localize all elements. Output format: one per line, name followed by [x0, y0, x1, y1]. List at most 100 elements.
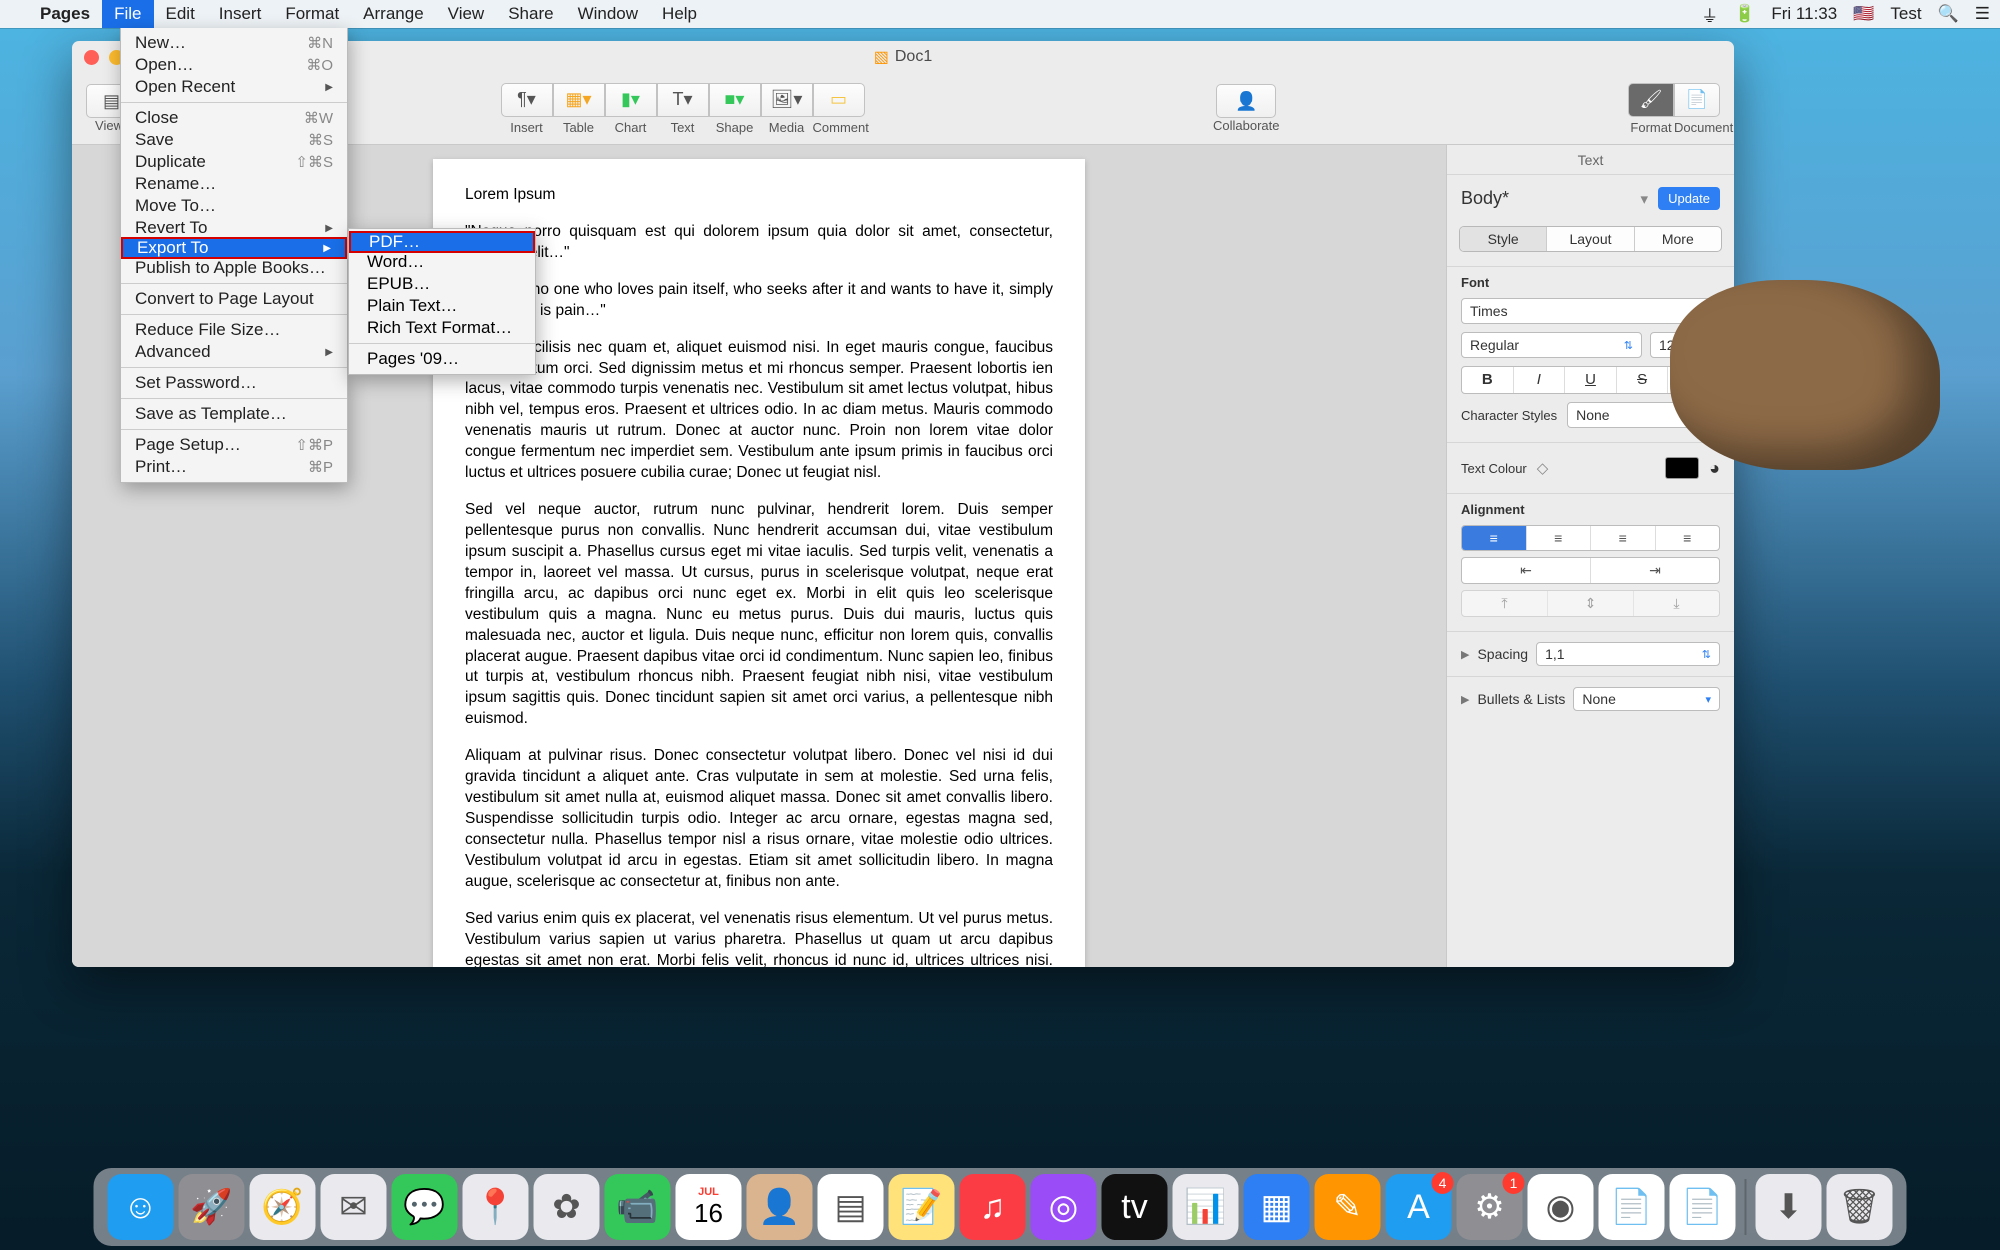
font-weight-select[interactable]: Regular⇅ — [1461, 332, 1642, 358]
dock-finder[interactable]: ☺ — [108, 1174, 174, 1240]
tab-style[interactable]: Style — [1460, 227, 1547, 251]
align-right-button[interactable]: ≡ — [1591, 526, 1656, 550]
collaborate-button[interactable]: 👤 — [1216, 84, 1276, 118]
disclosure-icon[interactable]: ▶ — [1461, 693, 1469, 706]
dock-numbers[interactable]: 📊 — [1173, 1174, 1239, 1240]
menu-file[interactable]: File — [102, 0, 153, 28]
italic-button[interactable]: I — [1514, 367, 1566, 393]
dock-tv[interactable]: tv — [1102, 1174, 1168, 1240]
dock-notes[interactable]: 📝 — [889, 1174, 955, 1240]
dock-maps[interactable]: 📍 — [463, 1174, 529, 1240]
menu-help[interactable]: Help — [650, 0, 709, 28]
dock-safari[interactable]: 🧭 — [250, 1174, 316, 1240]
insert-button[interactable]: ¶▾ — [501, 83, 553, 117]
file-template[interactable]: Save as Template… — [121, 403, 347, 425]
menu-view[interactable]: View — [436, 0, 497, 28]
chevron-down-icon[interactable]: ▾ — [1641, 190, 1649, 208]
clock[interactable]: Fri 11:33 — [1771, 4, 1837, 24]
chart-button[interactable]: ▮▾ — [605, 83, 657, 117]
dock-textedit[interactable]: 📄 — [1599, 1174, 1665, 1240]
tab-layout[interactable]: Layout — [1547, 227, 1634, 251]
update-button[interactable]: Update — [1658, 187, 1720, 210]
valign-top-button[interactable]: ⤒ — [1462, 591, 1548, 616]
battery-icon[interactable]: 🔋 — [1734, 4, 1755, 24]
dock-photos[interactable]: ✿ — [534, 1174, 600, 1240]
file-reduce[interactable]: Reduce File Size… — [121, 319, 347, 341]
shape-button[interactable]: ■▾ — [709, 83, 761, 117]
file-duplicate[interactable]: Duplicate⇧⌘S — [121, 151, 347, 173]
dock-pages[interactable]: ✎ — [1315, 1174, 1381, 1240]
strike-button[interactable]: S — [1617, 367, 1669, 393]
text-button[interactable]: T▾ — [657, 83, 709, 117]
align-left-button[interactable]: ≡ — [1462, 526, 1527, 550]
export-pdf[interactable]: PDF… — [349, 231, 535, 253]
file-close[interactable]: Close⌘W — [121, 107, 347, 129]
export-epub[interactable]: EPUB… — [349, 273, 535, 295]
file-password[interactable]: Set Password… — [121, 372, 347, 394]
flag-icon[interactable]: 🇺🇸 — [1853, 4, 1874, 24]
menu-insert[interactable]: Insert — [207, 0, 274, 28]
dock-preferences[interactable]: ⚙1 — [1457, 1174, 1523, 1240]
text-colour-swatch[interactable] — [1665, 457, 1699, 479]
file-convert[interactable]: Convert to Page Layout — [121, 288, 347, 310]
menu-share[interactable]: Share — [496, 0, 565, 28]
comment-button[interactable]: ▭ — [813, 83, 865, 117]
close-icon[interactable] — [84, 50, 99, 65]
file-print[interactable]: Print…⌘P — [121, 456, 347, 478]
file-revert[interactable]: Revert To — [121, 217, 347, 239]
dock-launchpad[interactable]: 🚀 — [179, 1174, 245, 1240]
dock-music[interactable]: ♫ — [960, 1174, 1026, 1240]
dock-reminders[interactable]: ▤ — [818, 1174, 884, 1240]
file-moveto[interactable]: Move To… — [121, 195, 347, 217]
dock-podcasts[interactable]: ◎ — [1031, 1174, 1097, 1240]
dock-contacts[interactable]: 👤 — [747, 1174, 813, 1240]
media-button[interactable]: 🖼▾ — [761, 83, 813, 117]
file-export[interactable]: Export To — [121, 237, 347, 259]
export-word[interactable]: Word… — [349, 251, 535, 273]
file-publish[interactable]: Publish to Apple Books… — [121, 257, 347, 279]
file-pagesetup[interactable]: Page Setup…⇧⌘P — [121, 434, 347, 456]
export-pages09[interactable]: Pages '09… — [349, 348, 535, 370]
underline-button[interactable]: U — [1565, 367, 1617, 393]
format-button[interactable]: 🖌 — [1628, 83, 1674, 117]
dock-downloads[interactable]: ⬇ — [1756, 1174, 1822, 1240]
dock-textedit2[interactable]: 📄 — [1670, 1174, 1736, 1240]
font-gear-button[interactable]: ⚙▾ — [1668, 367, 1719, 393]
align-justify-button[interactable]: ≡ — [1656, 526, 1720, 550]
dock-messages[interactable]: 💬 — [392, 1174, 458, 1240]
char-styles-select[interactable]: None▾ — [1567, 402, 1720, 428]
export-plain[interactable]: Plain Text… — [349, 295, 535, 317]
dock-appstore[interactable]: A4 — [1386, 1174, 1452, 1240]
outdent-button[interactable]: ⇤ — [1462, 558, 1591, 583]
valign-bot-button[interactable]: ⤓ — [1634, 591, 1719, 616]
dock-keynote[interactable]: ▦ — [1244, 1174, 1310, 1240]
file-rename[interactable]: Rename… — [121, 173, 347, 195]
dock-facetime[interactable]: 📹 — [605, 1174, 671, 1240]
dock-mail[interactable]: ✉ — [321, 1174, 387, 1240]
spacing-select[interactable]: 1,1⇅ — [1536, 642, 1720, 666]
menu-edit[interactable]: Edit — [154, 0, 207, 28]
menu-window[interactable]: Window — [566, 0, 650, 28]
table-button[interactable]: ▦▾ — [553, 83, 605, 117]
paragraph-style[interactable]: Body* — [1461, 188, 1631, 209]
indent-button[interactable]: ⇥ — [1591, 558, 1719, 583]
wifi-icon[interactable]: ⏚ — [1701, 2, 1718, 27]
app-name[interactable]: Pages — [28, 0, 102, 28]
align-center-button[interactable]: ≡ — [1527, 526, 1592, 550]
disclosure-icon[interactable]: ▶ — [1461, 648, 1469, 661]
valign-mid-button[interactable]: ⇕ — [1548, 591, 1634, 616]
colour-wheel-icon[interactable]: ◕ — [1709, 458, 1720, 479]
control-center-icon[interactable]: ☰ — [1975, 4, 1990, 24]
dock-trash[interactable]: 🗑 — [1827, 1174, 1893, 1240]
dock-chrome[interactable]: ◉ — [1528, 1174, 1594, 1240]
bold-button[interactable]: B — [1462, 367, 1514, 393]
spotlight-icon[interactable]: 🔍 — [1938, 4, 1959, 24]
file-open[interactable]: Open…⌘O — [121, 54, 347, 76]
file-advanced[interactable]: Advanced — [121, 341, 347, 363]
file-open-recent[interactable]: Open Recent — [121, 76, 347, 98]
export-rtf[interactable]: Rich Text Format… — [349, 317, 535, 339]
menu-arrange[interactable]: Arrange — [351, 0, 435, 28]
user-name[interactable]: Test — [1890, 4, 1921, 24]
font-size-field[interactable]: 12 pt⇅ — [1650, 332, 1720, 358]
tab-more[interactable]: More — [1635, 227, 1721, 251]
